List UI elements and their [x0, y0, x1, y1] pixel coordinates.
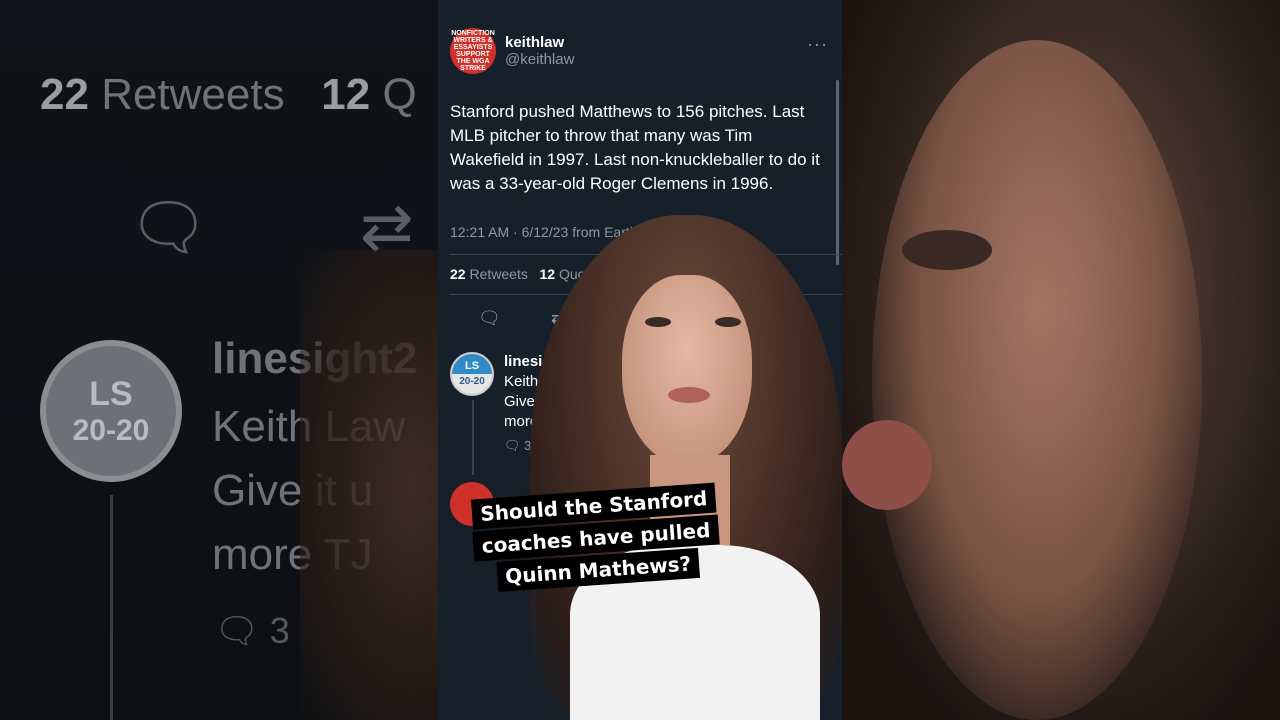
- tweet-author-handle[interactable]: @keithlaw: [505, 51, 574, 68]
- reply-line-1: Keith Law: [504, 373, 570, 390]
- background-left-blur: 22 Retweets 12 Q 🗨︎ ⇄ LS 20-20 linesight…: [0, 0, 438, 720]
- linesight-avatar[interactable]: LS 20-20: [450, 352, 494, 396]
- quotes-label[interactable]: Quote: [559, 266, 597, 282]
- divider: [450, 254, 842, 255]
- background-right-blur: [842, 0, 1280, 720]
- tweet-header: NONFICTION WRITERS & ESSAYISTS SUPPORT T…: [450, 28, 574, 74]
- bg-face-blur: [872, 40, 1202, 720]
- bg-thread-line: [110, 495, 113, 720]
- tweet-stats: 22 Retweets 12 Quote: [450, 266, 597, 282]
- reply-count[interactable]: 🗨︎ 3: [504, 436, 574, 456]
- tweet-author-name[interactable]: keithlaw: [505, 34, 574, 51]
- reply-line-3: more TJ: [504, 413, 559, 430]
- reply-icon[interactable]: 🗨︎: [478, 308, 501, 329]
- reply-tweet[interactable]: LS 20-20 linesight2 Keith Law Give it u …: [450, 352, 574, 456]
- bg-hair-blur: [300, 250, 438, 720]
- quotes-count[interactable]: 12: [540, 266, 556, 282]
- bg-eye-blur: [902, 230, 992, 270]
- thread-line: [472, 400, 474, 475]
- retweets-label[interactable]: Retweets: [469, 266, 527, 282]
- tweet-actions: 🗨︎ ⇄: [478, 308, 566, 329]
- tweet-timestamp[interactable]: 12:21 AM · 6/12/23 from Earth: [450, 224, 638, 240]
- reply-line-2: Give it u: [504, 393, 560, 410]
- keithlaw-avatar[interactable]: NONFICTION WRITERS & ESSAYISTS SUPPORT T…: [450, 28, 496, 74]
- divider: [450, 294, 842, 295]
- retweet-icon[interactable]: ⇄: [551, 308, 566, 329]
- bg-avatar: LS 20-20: [40, 340, 182, 482]
- more-options-icon[interactable]: ···: [807, 34, 828, 55]
- bg-stats: 22 Retweets 12 Q: [40, 70, 417, 119]
- scrollbar[interactable]: [836, 80, 839, 265]
- retweets-count[interactable]: 22: [450, 266, 466, 282]
- tweet-panel: NONFICTION WRITERS & ESSAYISTS SUPPORT T…: [438, 0, 842, 720]
- bg-reply-icon: 🗨︎: [128, 191, 210, 263]
- video-caption: Should the Stanford coaches have pulled …: [463, 481, 729, 595]
- bg-reply-count: 🗨︎ 3: [214, 610, 290, 651]
- bg-lips-blur: [842, 420, 932, 510]
- tweet-text: Stanford pushed Matthews to 156 pitches.…: [450, 102, 820, 193]
- reply-author-name[interactable]: linesight2: [504, 352, 574, 372]
